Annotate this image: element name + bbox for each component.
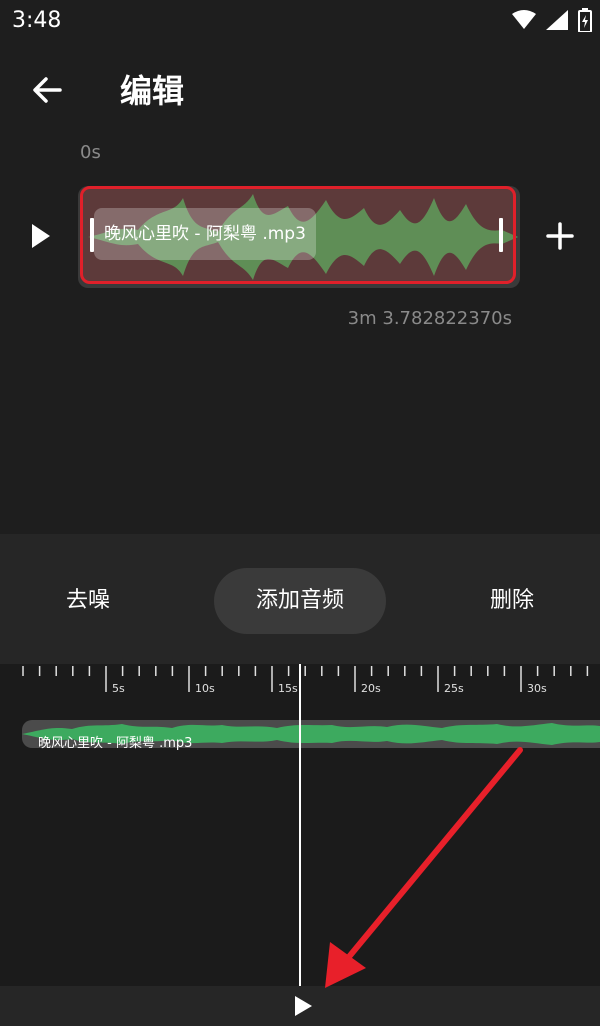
status-icons	[512, 8, 592, 32]
tool-tabs: 去噪 添加音频 删除	[0, 568, 600, 636]
arrow-left-icon[interactable]	[26, 68, 70, 112]
track-name-label: 晚风心里吹 - 阿梨粤 .mp3	[38, 736, 193, 751]
duration-label: 3m 3.782822370s	[347, 308, 512, 329]
plus-icon[interactable]	[542, 218, 578, 254]
play-icon[interactable]	[292, 994, 314, 1018]
tab-delete[interactable]: 删除	[460, 568, 564, 634]
page-title: 编辑	[120, 72, 185, 110]
tick-label: 15s	[278, 682, 298, 695]
tick-label: 10s	[195, 682, 215, 695]
tick-label: 5s	[112, 682, 125, 695]
battery-icon	[578, 8, 592, 32]
tick-label: 25s	[444, 682, 464, 695]
app-bar: 编辑	[0, 48, 600, 128]
tab-add-audio[interactable]: 添加音频	[214, 568, 386, 634]
tick-label: 20s	[361, 682, 381, 695]
play-icon[interactable]	[26, 220, 56, 252]
tick-label: 30s	[527, 682, 547, 695]
signal-icon	[546, 10, 568, 30]
wifi-icon	[512, 10, 536, 29]
status-bar: 3:48	[0, 0, 600, 40]
playhead[interactable]	[299, 664, 301, 986]
clip-name-label: 晚风心里吹 - 阿梨粤 .mp3	[94, 208, 316, 260]
tab-denoise[interactable]: 去噪	[36, 568, 140, 634]
start-time-label: 0s	[80, 142, 101, 163]
selection-end-handle[interactable]	[499, 218, 503, 252]
status-time: 3:48	[12, 8, 62, 33]
